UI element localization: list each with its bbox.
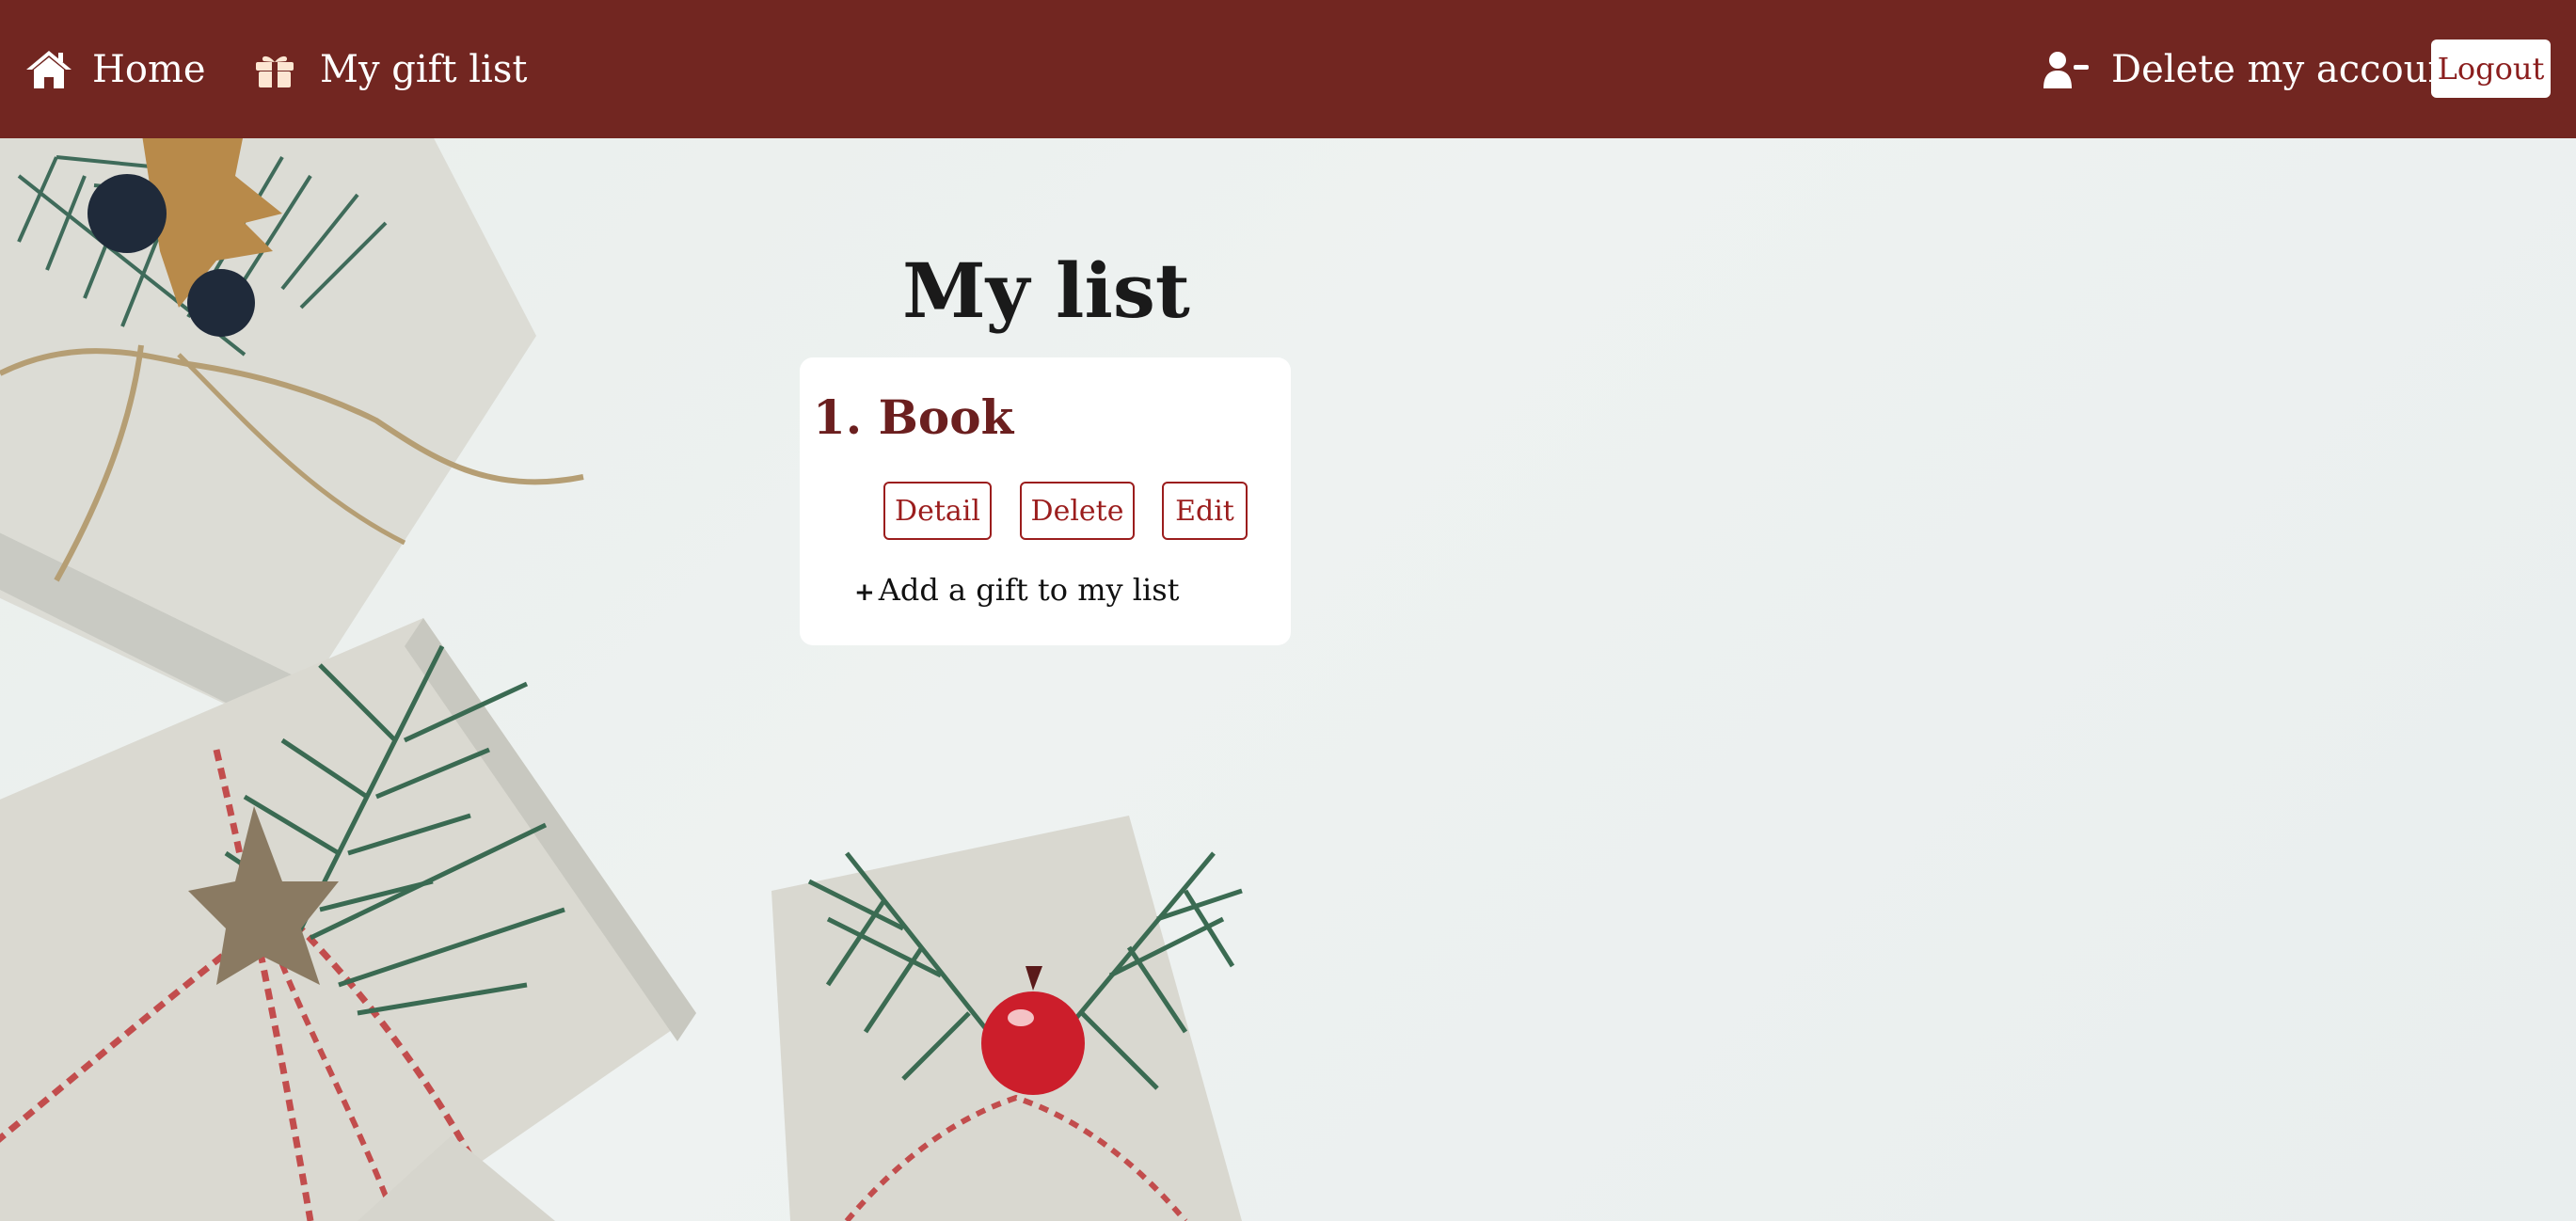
gift-icon	[254, 51, 295, 88]
nav-home-link[interactable]: Home	[24, 0, 206, 138]
top-navbar: Home My gift list Delete my account Logo…	[0, 0, 2576, 138]
nav-delete-account-label: Delete my account	[2111, 47, 2468, 91]
delete-button[interactable]: Delete	[1020, 482, 1135, 540]
home-icon	[24, 49, 73, 90]
user-minus-icon	[2042, 51, 2091, 88]
gift-item-title: 1. Book	[813, 389, 1014, 445]
logout-button[interactable]: Logout	[2431, 40, 2551, 98]
plus-icon: +	[854, 579, 875, 607]
nav-home-label: Home	[92, 47, 206, 91]
edit-button[interactable]: Edit	[1162, 482, 1248, 540]
gift-list-card: 1. Book Detail Delete Edit + Add a gift …	[800, 357, 1291, 645]
detail-button[interactable]: Detail	[883, 482, 992, 540]
page-title: My list	[902, 246, 1190, 335]
nav-delete-account-link[interactable]: Delete my account	[2042, 0, 2467, 138]
add-gift-label: Add a gift to my list	[878, 572, 1180, 608]
nav-gift-list-label: My gift list	[320, 47, 528, 91]
nav-gift-list-link[interactable]: My gift list	[254, 0, 527, 138]
add-gift-link[interactable]: + Add a gift to my list	[854, 572, 1180, 608]
